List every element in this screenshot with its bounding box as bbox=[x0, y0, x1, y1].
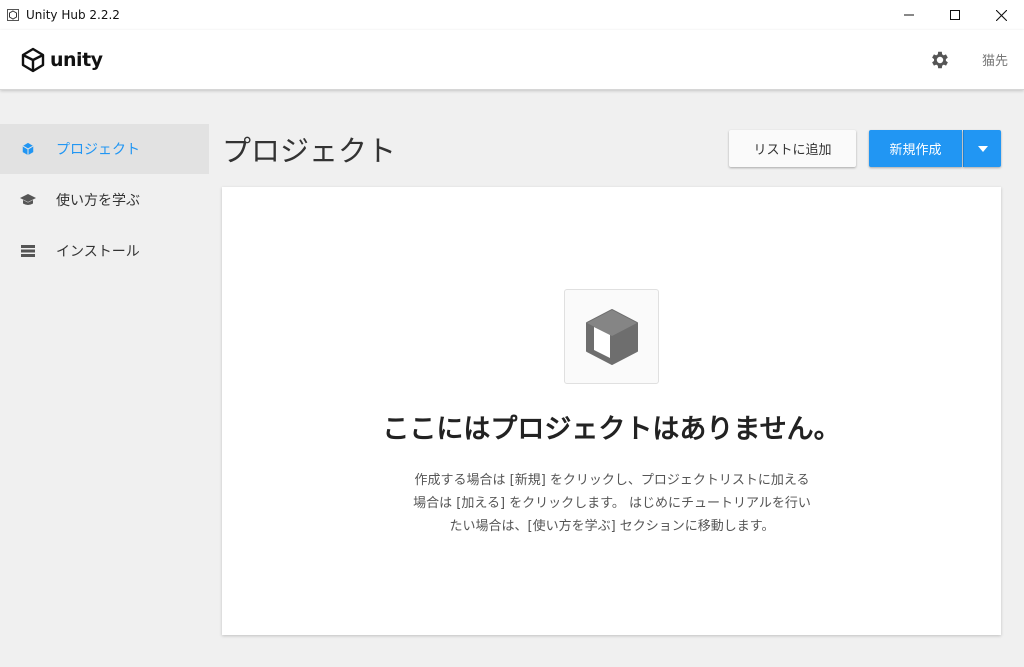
caret-down-icon bbox=[977, 145, 988, 152]
page-title: プロジェクト bbox=[222, 134, 397, 168]
user-account[interactable]: 猫先 bbox=[982, 50, 1008, 69]
sidebar: プロジェクト 使い方を学ぶ インストール bbox=[0, 124, 209, 277]
settings-button[interactable] bbox=[928, 48, 952, 72]
window-title: Unity Hub 2.2.2 bbox=[26, 8, 120, 22]
maximize-button[interactable] bbox=[932, 0, 978, 30]
window-titlebar: Unity Hub 2.2.2 bbox=[0, 0, 1024, 30]
empty-state-description: 作成する場合は [新規] をクリックし、プロジェクトリストに加える 場合は [加… bbox=[377, 469, 847, 538]
gear-icon bbox=[932, 51, 948, 69]
sidebar-item-projects[interactable]: プロジェクト bbox=[0, 124, 209, 174]
minimize-icon bbox=[904, 14, 914, 16]
new-project-button[interactable]: 新規作成 bbox=[869, 130, 962, 167]
empty-state-title: ここにはプロジェクトはありません。 bbox=[382, 414, 841, 445]
add-to-list-button[interactable]: リストに追加 bbox=[729, 130, 856, 167]
cube-icon bbox=[20, 141, 36, 157]
empty-desc-line: たい場合は、[使い方を学ぶ] セクションに移動します。 bbox=[449, 519, 775, 534]
sidebar-item-label: プロジェクト bbox=[56, 142, 140, 158]
app-header: unity 猫先 bbox=[0, 30, 1024, 90]
minimize-button[interactable] bbox=[886, 0, 932, 30]
project-cube-icon bbox=[585, 308, 638, 365]
sidebar-item-learn[interactable]: 使い方を学ぶ bbox=[0, 175, 209, 225]
unity-hub-app-icon bbox=[6, 8, 20, 22]
new-project-dropdown-button[interactable] bbox=[963, 130, 1001, 167]
sidebar-item-installs[interactable]: インストール bbox=[0, 226, 209, 276]
empty-desc-line: 場合は [加える] をクリックします。 はじめにチュートリアルを行い bbox=[413, 496, 811, 511]
maximize-icon bbox=[950, 10, 960, 20]
sidebar-item-label: インストール bbox=[56, 244, 140, 260]
graduation-cap-icon bbox=[20, 192, 36, 208]
logo-text: unity bbox=[50, 49, 103, 71]
empty-desc-line: 作成する場合は [新規] をクリックし、プロジェクトリストに加える bbox=[414, 473, 810, 488]
close-button[interactable] bbox=[978, 0, 1024, 30]
empty-state-icon-box bbox=[564, 289, 659, 384]
close-icon bbox=[995, 9, 1007, 21]
unity-logo-icon bbox=[21, 47, 45, 73]
sidebar-item-label: 使い方を学ぶ bbox=[56, 193, 140, 209]
projects-panel: ここにはプロジェクトはありません。 作成する場合は [新規] をクリックし、プロ… bbox=[222, 187, 1001, 635]
list-icon bbox=[20, 243, 36, 259]
unity-logo: unity bbox=[20, 47, 103, 73]
